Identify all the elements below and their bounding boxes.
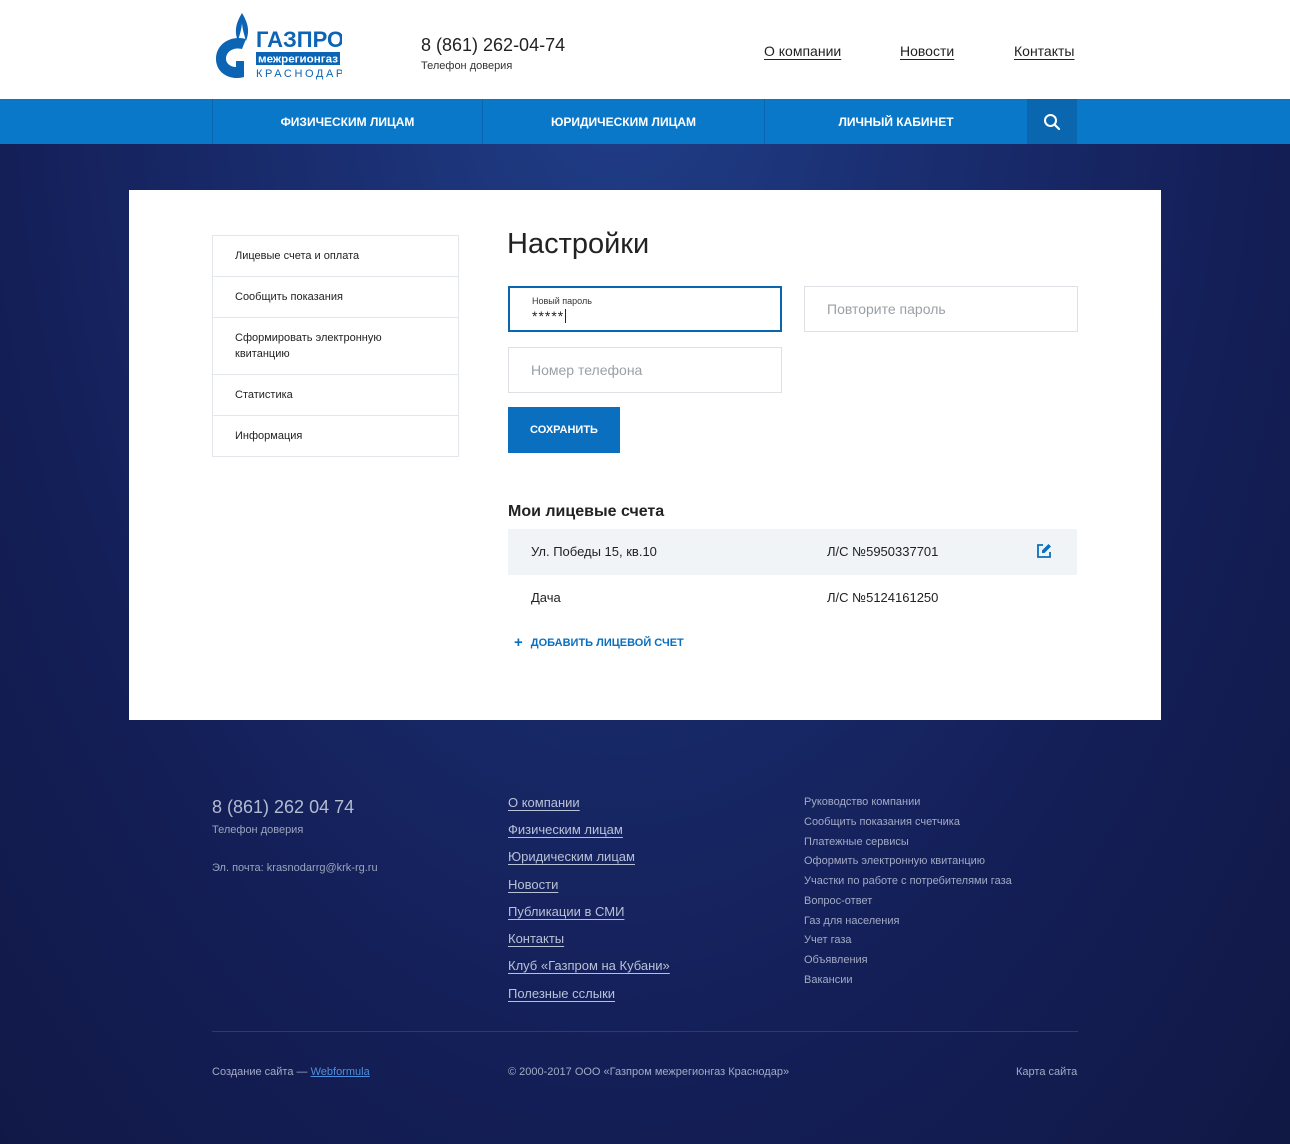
footer-created-prefix: Создание сайта — bbox=[212, 1066, 308, 1078]
footer-created-by: Создание сайта — Webformula bbox=[212, 1066, 370, 1078]
logo-line2: межрегионгаз bbox=[258, 54, 339, 66]
account-number: Л/С №5124161250 bbox=[827, 590, 939, 605]
footer-phone[interactable]: 8 (861) 262 04 74 bbox=[212, 797, 354, 818]
account-number: Л/С №5950337701 bbox=[827, 544, 939, 559]
footer-webformula-link[interactable]: Webformula bbox=[311, 1066, 370, 1078]
topnav-contacts-link[interactable]: Контакты bbox=[1014, 43, 1074, 59]
logo-line3: КРАСНОДАР bbox=[256, 68, 342, 80]
footer-email[interactable]: Эл. почта: krasnodarrg@krk-rg.ru bbox=[212, 862, 378, 874]
page-title: Настройки bbox=[507, 228, 650, 260]
header-phone[interactable]: 8 (861) 262-04-74 bbox=[421, 35, 565, 56]
mainnav-individuals[interactable]: Физическим лицам bbox=[212, 99, 482, 144]
footer-link-consumer-areas[interactable]: Участки по работе с потребителями газа bbox=[804, 875, 1012, 887]
plus-icon: + bbox=[514, 634, 523, 651]
new-password-label: Новый пароль bbox=[532, 296, 592, 306]
footer-link-e-receipt[interactable]: Оформить электронную квитанцию bbox=[804, 855, 985, 867]
footer-link-legal-entities[interactable]: Юридическим лицам bbox=[508, 849, 635, 864]
main-nav: Физическим лицам Юридическим лицам Личны… bbox=[0, 99, 1290, 144]
gazprom-logo[interactable]: ГАЗПРОМ межрегионгаз КРАСНОДАР bbox=[212, 9, 342, 81]
footer-link-media[interactable]: Публикации в СМИ bbox=[508, 904, 624, 919]
footer-link-gas-metering[interactable]: Учет газа bbox=[804, 934, 852, 946]
new-password-value: ***** bbox=[532, 308, 565, 324]
phone-number-field[interactable]: Номер телефона bbox=[508, 347, 782, 393]
footer-link-faq[interactable]: Вопрос-ответ bbox=[804, 895, 872, 907]
new-password-field[interactable]: Новый пароль ***** bbox=[508, 286, 782, 332]
add-account-label: Добавить лицевой счет bbox=[530, 637, 684, 649]
footer-link-management[interactable]: Руководство компании bbox=[804, 796, 920, 808]
search-button[interactable] bbox=[1027, 99, 1077, 144]
sidebar-item-accounts-payment[interactable]: Лицевые счета и оплата bbox=[213, 236, 458, 277]
footer-sitemap-link[interactable]: Карта сайта bbox=[1016, 1066, 1077, 1078]
repeat-password-field[interactable]: Повторите пароль bbox=[804, 286, 1078, 332]
footer-link-submit-readings[interactable]: Сообщить показания счетчика bbox=[804, 816, 960, 828]
footer-link-about[interactable]: О компании bbox=[508, 795, 580, 810]
footer-copyright: © 2000-2017 ООО «Газпром межрегионгаз Кр… bbox=[508, 1066, 790, 1078]
footer-link-contacts[interactable]: Контакты bbox=[508, 931, 564, 946]
sidebar-item-information[interactable]: Информация bbox=[213, 416, 458, 456]
sidebar-item-submit-readings[interactable]: Сообщить показания bbox=[213, 277, 458, 318]
sidebar-item-statistics[interactable]: Статистика bbox=[213, 375, 458, 416]
save-button[interactable]: Сохранить bbox=[508, 407, 620, 453]
footer-link-useful[interactable]: Полезные сслыки bbox=[508, 986, 615, 1001]
footer-link-vacancies[interactable]: Вакансии bbox=[804, 974, 853, 986]
header-phone-caption: Телефон доверия bbox=[421, 60, 513, 72]
account-address: Ул. Победы 15, кв.10 bbox=[531, 544, 657, 559]
repeat-password-placeholder: Повторите пароль bbox=[827, 301, 946, 317]
search-icon bbox=[1044, 113, 1061, 130]
footer-link-individuals[interactable]: Физическим лицам bbox=[508, 822, 623, 837]
account-row[interactable]: Ул. Победы 15, кв.10 Л/С №5950337701 bbox=[508, 529, 1077, 575]
phone-number-placeholder: Номер телефона bbox=[531, 362, 643, 378]
mainnav-personal-account[interactable]: Личный кабинет bbox=[764, 99, 1027, 144]
site-header: ГАЗПРОМ межрегионгаз КРАСНОДАР 8 (861) 2… bbox=[0, 0, 1290, 99]
footer-link-announcements[interactable]: Объявления bbox=[804, 954, 868, 966]
add-account-link[interactable]: + Добавить лицевой счет bbox=[514, 634, 684, 651]
edit-icon[interactable] bbox=[1036, 543, 1052, 559]
footer-divider bbox=[212, 1031, 1078, 1032]
account-address: Дача bbox=[531, 590, 561, 605]
logo-line1: ГАЗПРОМ bbox=[256, 27, 342, 52]
mainnav-legal-entities[interactable]: Юридическим лицам bbox=[482, 99, 764, 144]
topnav-about-link[interactable]: О компании bbox=[764, 43, 841, 59]
settings-card: Лицевые счета и оплата Сообщить показани… bbox=[129, 190, 1161, 720]
footer-phone-caption: Телефон доверия bbox=[212, 824, 304, 836]
account-sidebar: Лицевые счета и оплата Сообщить показани… bbox=[212, 235, 459, 457]
topnav-news-link[interactable]: Новости bbox=[900, 43, 954, 59]
footer-link-news[interactable]: Новости bbox=[508, 877, 558, 892]
footer-link-club[interactable]: Клуб «Газпром на Кубани» bbox=[508, 958, 670, 973]
footer-link-payment-services[interactable]: Платежные сервисы bbox=[804, 836, 909, 848]
sidebar-item-e-receipt[interactable]: Сформировать электронную квитанцию bbox=[213, 318, 458, 375]
footer-link-gas-population[interactable]: Газ для населения bbox=[804, 915, 899, 927]
account-row[interactable]: Дача Л/С №5124161250 bbox=[508, 575, 1077, 621]
accounts-title: Мои лицевые счета bbox=[508, 503, 665, 520]
